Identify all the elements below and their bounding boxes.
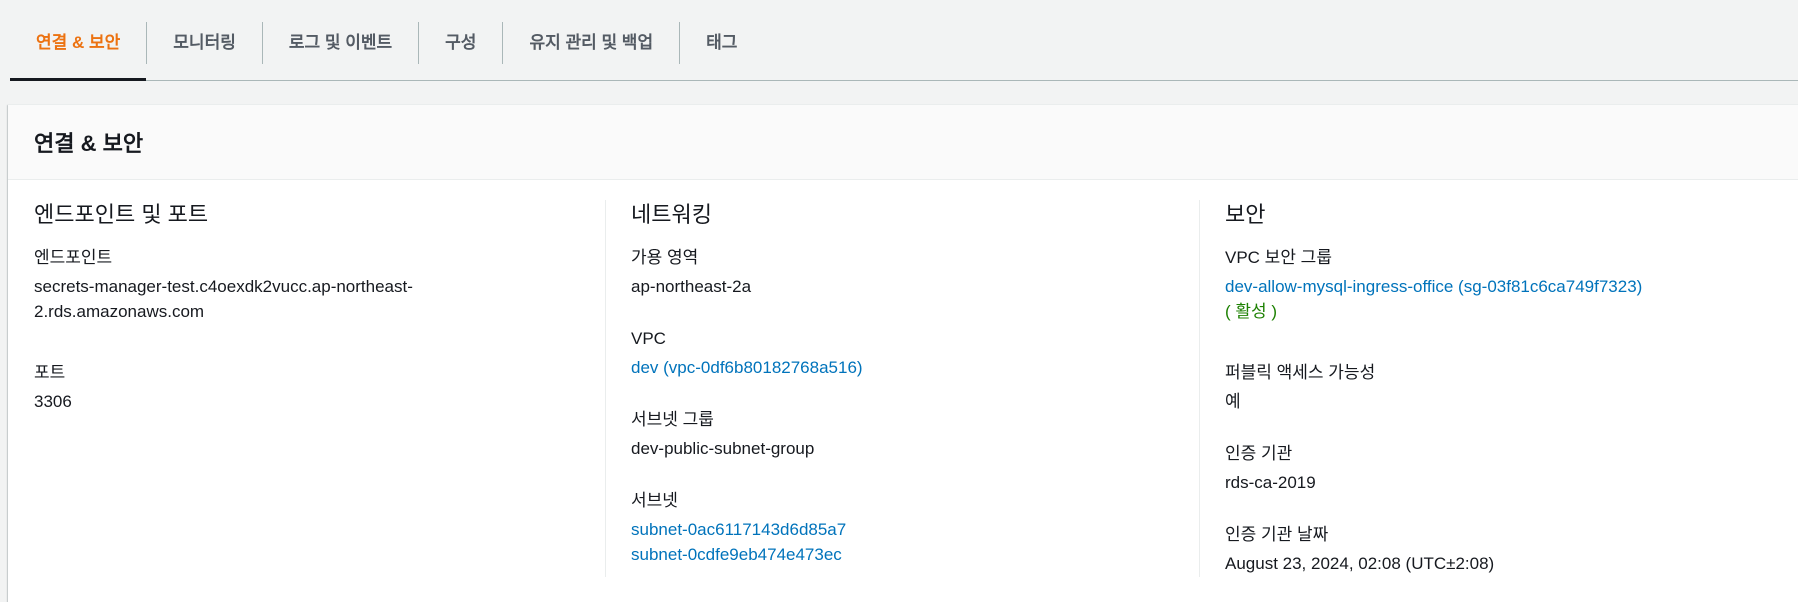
- security-group-link[interactable]: dev-allow-mysql-ingress-office (sg-03f81…: [1225, 274, 1642, 299]
- tab-bar: 연결 & 보안 모니터링 로그 및 이벤트 구성 유지 관리 및 백업 태그: [10, 0, 1798, 81]
- public-access-value: 예: [1225, 392, 1241, 411]
- panel-title: 연결 & 보안: [34, 131, 144, 156]
- subnet-group-value: dev-public-subnet-group: [631, 439, 815, 458]
- panel-columns: 엔드포인트 및 포트 엔드포인트 secrets-manager-test.c4…: [8, 200, 1798, 602]
- endpoint-value-line2: 2.rds.amazonaws.com: [34, 302, 205, 321]
- networking-section-title: 네트워킹: [631, 202, 712, 227]
- tab-configuration[interactable]: 구성: [419, 0, 502, 80]
- tab-monitoring[interactable]: 모니터링: [147, 0, 262, 80]
- tab-logs-events[interactable]: 로그 및 이벤트: [263, 0, 418, 80]
- tab-connectivity-security[interactable]: 연결 & 보안: [10, 0, 147, 81]
- certificate-authority-label: 인증 기관: [1225, 444, 1293, 463]
- tab-tags[interactable]: 태그: [680, 0, 763, 80]
- endpoint-label: 엔드포인트: [34, 248, 113, 267]
- endpoint-value: secrets-manager-test.c4oexdk2vucc.ap-nor…: [34, 274, 413, 324]
- panel-header: 연결 & 보안: [8, 105, 1798, 180]
- subnet-group-label: 서브넷 그룹: [631, 410, 714, 429]
- vpc-security-group-label: VPC 보안 그룹: [1225, 248, 1332, 267]
- connectivity-security-panel: 연결 & 보안 엔드포인트 및 포트 엔드포인트 secrets-manager…: [8, 104, 1798, 602]
- endpoint-value-line1: secrets-manager-test.c4oexdk2vucc.ap-nor…: [34, 277, 413, 296]
- subnet-link[interactable]: subnet-0cdfe9eb474e473ec: [631, 542, 846, 567]
- certificate-authority-value: rds-ca-2019: [1225, 473, 1316, 492]
- port-label: 포트: [34, 363, 66, 382]
- security-section-title: 보안: [1225, 202, 1266, 227]
- availability-zone-value: ap-northeast-2a: [631, 277, 752, 296]
- availability-zone-label: 가용 영역: [631, 248, 699, 267]
- subnet-link[interactable]: subnet-0ac6117143d6d85a7: [631, 517, 846, 542]
- vpc-security-group-value: dev-allow-mysql-ingress-office (sg-03f81…: [1225, 274, 1642, 324]
- subnets-list: subnet-0ac6117143d6d85a7 subnet-0cdfe9eb…: [631, 517, 846, 567]
- security-section: 보안 VPC 보안 그룹 dev-allow-mysql-ingress-off…: [1199, 200, 1794, 577]
- certificate-authority-date-label: 인증 기관 날짜: [1225, 525, 1329, 544]
- networking-section: 네트워킹 가용 영역 ap-northeast-2a VPC dev (vpc-…: [605, 200, 1201, 577]
- endpoint-port-section: 엔드포인트 및 포트 엔드포인트 secrets-manager-test.c4…: [34, 200, 594, 577]
- subnets-label: 서브넷: [631, 491, 678, 510]
- vpc-link[interactable]: dev (vpc-0df6b80182768a516): [631, 355, 863, 380]
- vpc-label: VPC: [631, 329, 666, 348]
- public-access-label: 퍼블릭 액세스 가능성: [1225, 363, 1376, 382]
- endpoint-section-title: 엔드포인트 및 포트: [34, 202, 209, 227]
- security-group-status: ( 활성 ): [1225, 302, 1278, 321]
- tab-maintenance-backups[interactable]: 유지 관리 및 백업: [503, 0, 679, 80]
- port-value: 3306: [34, 392, 72, 411]
- certificate-authority-date-value: August 23, 2024, 02:08 (UTC±2:08): [1225, 554, 1495, 573]
